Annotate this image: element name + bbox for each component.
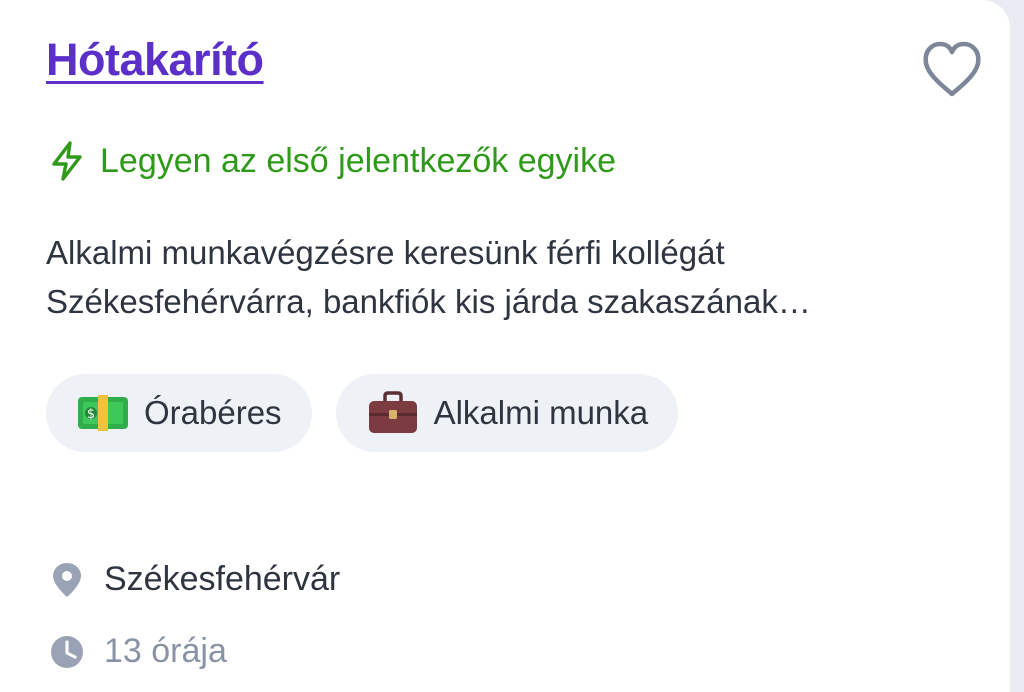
location-text: Székesfehérvár — [104, 560, 341, 598]
tag-label: Órabéres — [144, 394, 282, 431]
job-posted-time: 13 órája — [50, 632, 227, 671]
lightning-icon — [52, 141, 82, 181]
tag-casual-work: Alkalmi munka — [335, 374, 679, 452]
location-pin-icon — [53, 562, 81, 597]
tag-label: Alkalmi munka — [433, 394, 649, 431]
svg-text:$: $ — [87, 407, 95, 422]
job-location: Székesfehérvár — [50, 560, 340, 599]
job-description: Alkalmi munkavégzésre keresünk férfi kol… — [46, 234, 811, 320]
job-title-link[interactable]: Hótakarító — [46, 34, 264, 86]
job-card[interactable]: Hótakarító Legyen az első jelentkezők eg… — [0, 0, 1010, 692]
job-tags: $ Órabéres Alkalmi munka — [46, 374, 702, 452]
tag-hourly: $ Órabéres — [46, 374, 312, 452]
clock-icon — [51, 635, 83, 668]
money-icon: $ — [78, 395, 128, 431]
early-applicant-text: Legyen az első jelentkezők egyike — [100, 141, 616, 180]
briefcase-icon — [368, 391, 417, 433]
heart-icon[interactable] — [918, 38, 986, 100]
early-applicant-notice: Legyen az első jelentkezők egyike — [48, 140, 616, 182]
posted-text: 13 órája — [104, 632, 227, 670]
